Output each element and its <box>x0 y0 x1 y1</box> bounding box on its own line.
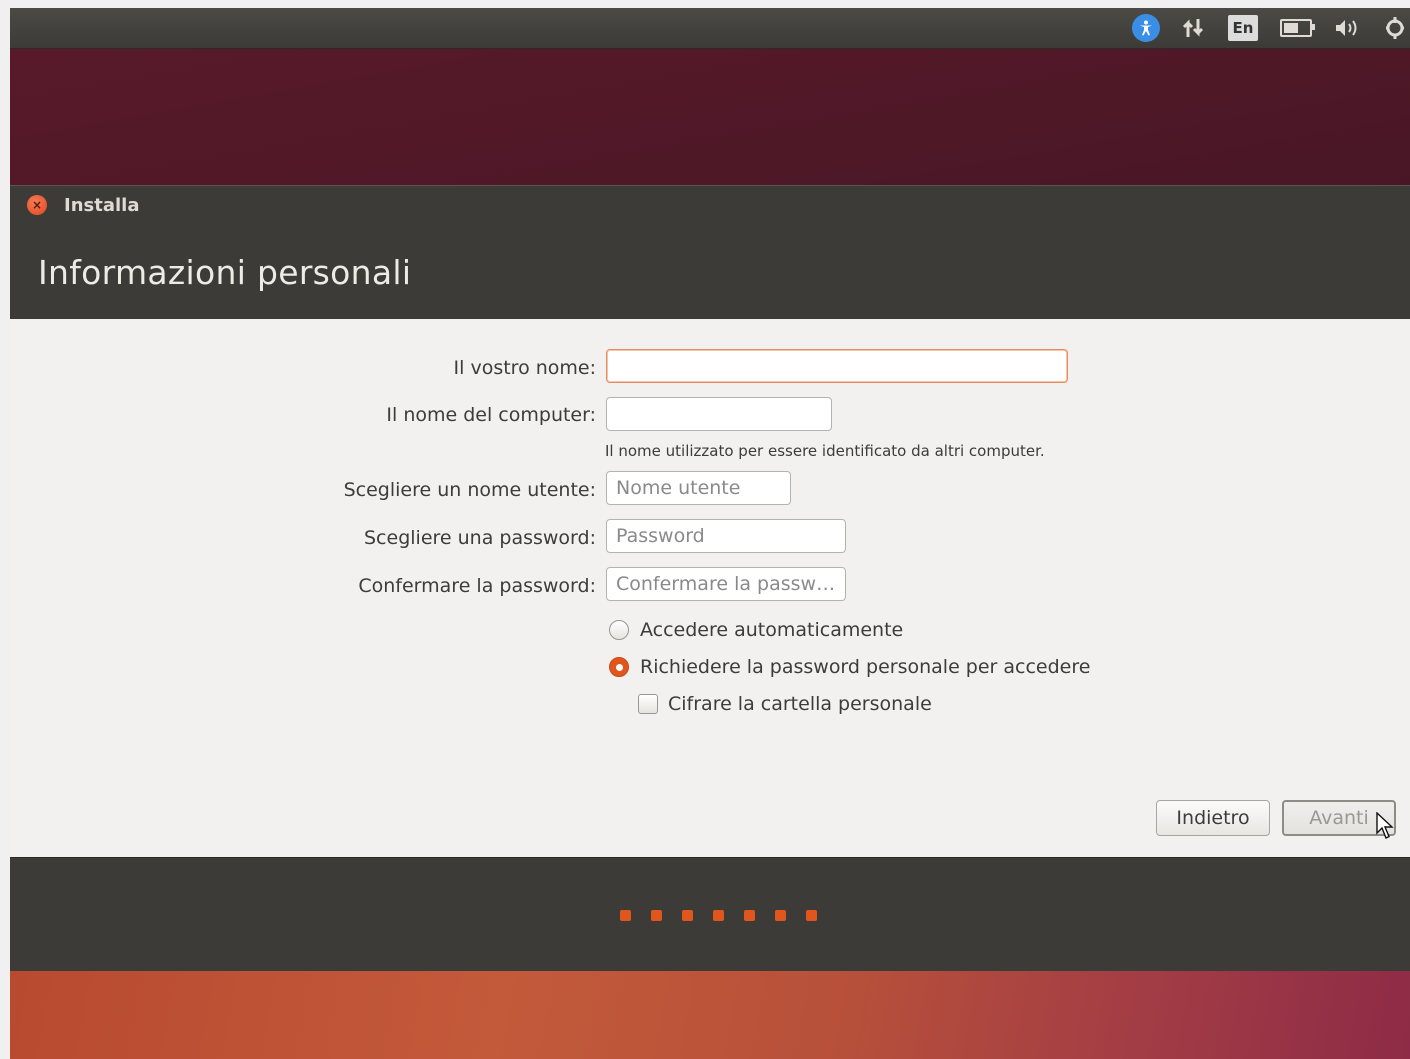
password-label: Scegliere una password: <box>364 527 596 549</box>
page-title: Informazioni personali <box>38 253 412 292</box>
window-titlebar: × Installa <box>10 185 1410 224</box>
accessibility-icon[interactable] <box>1132 14 1160 42</box>
top-panel: En <box>10 8 1410 49</box>
progress-dot <box>806 910 817 921</box>
name-label: Il vostro nome: <box>453 357 596 379</box>
computer-name-input[interactable] <box>606 397 832 431</box>
username-label: Scegliere un nome utente: <box>343 479 596 501</box>
language-label: En <box>1228 15 1258 41</box>
system-tray: En <box>1132 8 1410 48</box>
username-input[interactable] <box>606 471 791 505</box>
battery-fill <box>1284 23 1299 33</box>
password-input[interactable] <box>606 519 846 553</box>
encrypt-home-checkbox[interactable] <box>638 694 658 714</box>
power-gear-icon[interactable] <box>1384 15 1406 41</box>
page-header: Informazioni personali <box>10 223 1410 320</box>
progress-dot <box>775 910 786 921</box>
keyboard-language-indicator[interactable]: En <box>1228 15 1258 41</box>
window-title: Installa <box>64 194 140 216</box>
form-panel: Il vostro nome: Il nome del computer: Il… <box>10 319 1410 857</box>
battery-icon[interactable] <box>1280 19 1315 37</box>
encrypt-home-option[interactable]: Cifrare la cartella personale <box>638 693 932 715</box>
login-password-radio[interactable] <box>609 657 629 677</box>
close-icon[interactable]: × <box>27 195 47 215</box>
confirm-password-input[interactable] <box>606 567 846 601</box>
mouse-pointer-icon <box>1376 812 1394 839</box>
desktop-wallpaper <box>10 970 1410 1059</box>
progress-dot <box>744 910 755 921</box>
progress-dot <box>620 910 631 921</box>
login-auto-option[interactable]: Accedere automaticamente <box>609 619 903 641</box>
login-auto-radio[interactable] <box>609 620 629 640</box>
name-input[interactable] <box>606 349 1068 383</box>
network-icon[interactable] <box>1182 17 1206 39</box>
encrypt-home-label: Cifrare la cartella personale <box>668 693 932 715</box>
login-password-label: Richiedere la password personale per acc… <box>640 656 1091 678</box>
computer-name-label: Il nome del computer: <box>386 404 596 426</box>
confirm-password-label: Confermare la password: <box>358 575 596 597</box>
progress-dot <box>682 910 693 921</box>
volume-icon[interactable] <box>1334 17 1362 39</box>
progress-footer <box>10 857 1410 971</box>
progress-dot <box>651 910 662 921</box>
login-auto-label: Accedere automaticamente <box>640 619 904 641</box>
computer-name-hint: Il nome utilizzato per essere identifica… <box>605 442 1045 460</box>
progress-dots <box>620 910 817 921</box>
desktop: En × Installa Informazioni personali Il … <box>10 8 1410 1059</box>
login-password-option[interactable]: Richiedere la password personale per acc… <box>609 656 1090 678</box>
installer-window: × Installa Informazioni personali Il vos… <box>10 185 1410 971</box>
back-button[interactable]: Indietro <box>1156 800 1270 836</box>
progress-dot <box>713 910 724 921</box>
